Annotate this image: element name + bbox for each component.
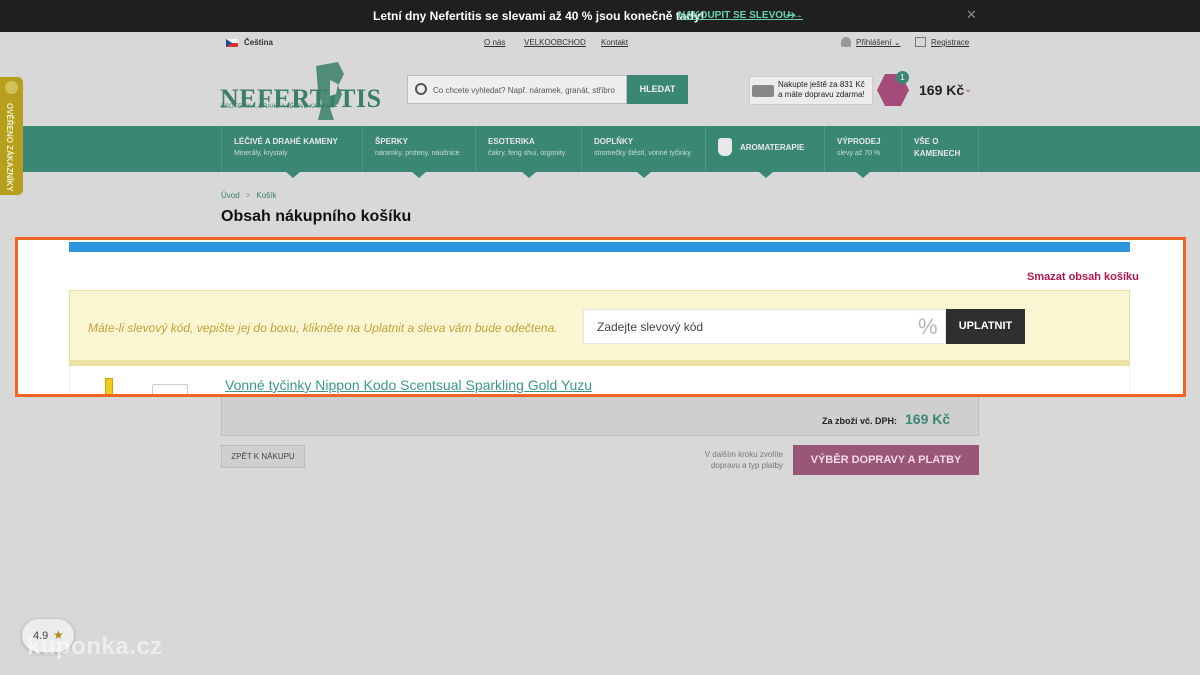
shipping-payment-button[interactable]: VÝBĚR DOPRAVY A PLATBY <box>793 445 979 475</box>
truck-icon <box>752 85 774 97</box>
watermark: kuponka.cz <box>27 633 163 660</box>
search-input[interactable]: Co chcete vyhledat? Např. náramek, graná… <box>407 75 627 104</box>
promo-link[interactable]: NAKOUPIT SE SLEVOU → <box>678 10 803 21</box>
nav-item-stones[interactable]: LÉČIVÉ A DRAHÉ KAMENY Minerály, krystaly <box>221 126 363 178</box>
total-label: Za zboží vč. DPH: <box>822 416 898 426</box>
nav-subtitle: stromečky štěstí, vonné tyčinky <box>594 150 691 157</box>
promo-text: Letní dny Nefertitis se slevami až 40 % … <box>373 9 705 23</box>
breadcrumb-separator: > <box>245 191 251 200</box>
nav-item-jewelry[interactable]: ŠPERKY náramky, prsteny, náušnice <box>363 126 476 178</box>
nav-title: ESOTERIKA <box>488 137 535 146</box>
nav-title: VÝPRODEJ <box>837 137 881 146</box>
product-image[interactable] <box>105 378 113 394</box>
breadcrumb-current[interactable]: Košík <box>256 191 276 200</box>
nav-title-2: KAMENECH <box>914 149 961 158</box>
close-icon[interactable]: ✕ <box>966 7 977 23</box>
cart-count-badge: 1 <box>896 71 909 84</box>
nav-title: ŠPERKY <box>375 137 408 146</box>
search-icon <box>415 83 427 95</box>
nav-item-accessories[interactable]: DOPLŇKY stromečky štěstí, vonné tyčinky <box>582 126 706 178</box>
free-shipping-text: Nakupte ještě za 831 Kč a máte dopravu z… <box>778 80 865 100</box>
nav-notch <box>856 172 870 178</box>
wholesale-link[interactable]: VELKOOBCHOD <box>524 38 586 47</box>
clear-cart-link[interactable]: Smazat obsah košíku <box>1027 271 1139 283</box>
nav-title: VŠE O <box>914 137 939 146</box>
promo-bar: Letní dny Nefertitis se slevami až 40 % … <box>0 0 1200 32</box>
product-thumbnail[interactable] <box>152 384 188 394</box>
register-icon <box>915 37 926 47</box>
nefertiti-logo-icon <box>316 62 344 120</box>
nav-item-sale[interactable]: VÝPRODEJ slevy až 70 % <box>825 126 902 178</box>
nav-subtitle: slevy až 70 % <box>837 150 881 157</box>
verified-badge-icon <box>5 81 18 94</box>
login-link[interactable]: Přihlášení ⌄ <box>856 38 901 47</box>
apply-coupon-button[interactable]: UPLATNIT <box>946 309 1025 344</box>
coupon-instructions: Máte-li slevový kód, vepište jej do boxu… <box>88 321 558 335</box>
page-title: Obsah nákupního košíku <box>221 208 412 225</box>
percent-icon: % <box>918 314 938 339</box>
product-name-link[interactable]: Vonné tyčinky Nippon Kodo Scentsual Spar… <box>225 377 592 393</box>
coupon-placeholder: Zadejte slevový kód <box>597 320 704 334</box>
nav-item-aromatherapy[interactable]: AROMATERAPIE <box>706 126 825 178</box>
nav-notch <box>637 172 651 178</box>
nav-notch <box>412 172 426 178</box>
user-icon <box>841 37 851 47</box>
breadcrumb-home[interactable]: Úvod <box>221 191 240 200</box>
main-navigation: LÉČIVÉ A DRAHÉ KAMENY Minerály, krystaly… <box>0 126 1200 178</box>
aroma-lamp-icon <box>718 138 732 156</box>
nav-item-esoterics[interactable]: ESOTERIKA čakry, feng shui, orgonity <box>476 126 582 178</box>
language-selector[interactable]: Čeština <box>244 38 273 47</box>
nav-notch <box>759 172 773 178</box>
next-step-note: V dalším kroku zvolíte dopravu a typ pla… <box>704 450 783 470</box>
nav-notch <box>522 172 536 178</box>
highlighted-cart-panel: Smazat obsah košíku Máte-li slevový kód,… <box>15 237 1186 397</box>
verified-reviews-label: OVĚŘENO ZÁKAZNÍKY <box>5 103 14 192</box>
total-value: 169 Kč <box>905 411 951 427</box>
breadcrumb: Úvod > Košík <box>221 191 276 200</box>
chevron-down-icon[interactable]: ⌄ <box>964 84 972 95</box>
back-to-shop-button[interactable]: ZPĚT K NÁKUPU <box>221 445 305 468</box>
blue-divider-bar <box>69 242 1130 252</box>
search-button[interactable]: HLEDAT <box>627 75 688 104</box>
nav-title: LÉČIVÉ A DRAHÉ KAMENY <box>234 137 338 146</box>
cart-total[interactable]: 169 Kč <box>919 82 964 98</box>
about-link[interactable]: O nás <box>484 38 505 47</box>
top-links-bar: Čeština O nás VELKOOBCHOD Kontakt Přihlá… <box>0 32 1200 53</box>
search-placeholder: Co chcete vyhledat? Např. náramek, graná… <box>433 86 615 95</box>
nav-item-about-stones[interactable]: VŠE O KAMENECH <box>902 126 979 172</box>
nav-subtitle: Minerály, krystaly <box>234 150 288 157</box>
nav-notch <box>286 172 300 178</box>
czech-flag-icon[interactable] <box>226 39 238 47</box>
nav-title: DOPLŇKY <box>594 137 634 146</box>
nav-title: AROMATERAPIE <box>740 143 805 152</box>
contact-link[interactable]: Kontakt <box>601 38 628 47</box>
register-link[interactable]: Registrace <box>931 38 969 47</box>
nav-subtitle: čakry, feng shui, orgonity <box>488 150 566 157</box>
free-shipping-line-2: a máte dopravu zdarma! <box>778 90 865 99</box>
arrow-right-icon[interactable]: ➔ <box>786 8 796 22</box>
nav-subtitle: náramky, prsteny, náušnice <box>375 150 460 157</box>
free-shipping-line-1: Nakupte ještě za 831 Kč <box>778 80 865 89</box>
